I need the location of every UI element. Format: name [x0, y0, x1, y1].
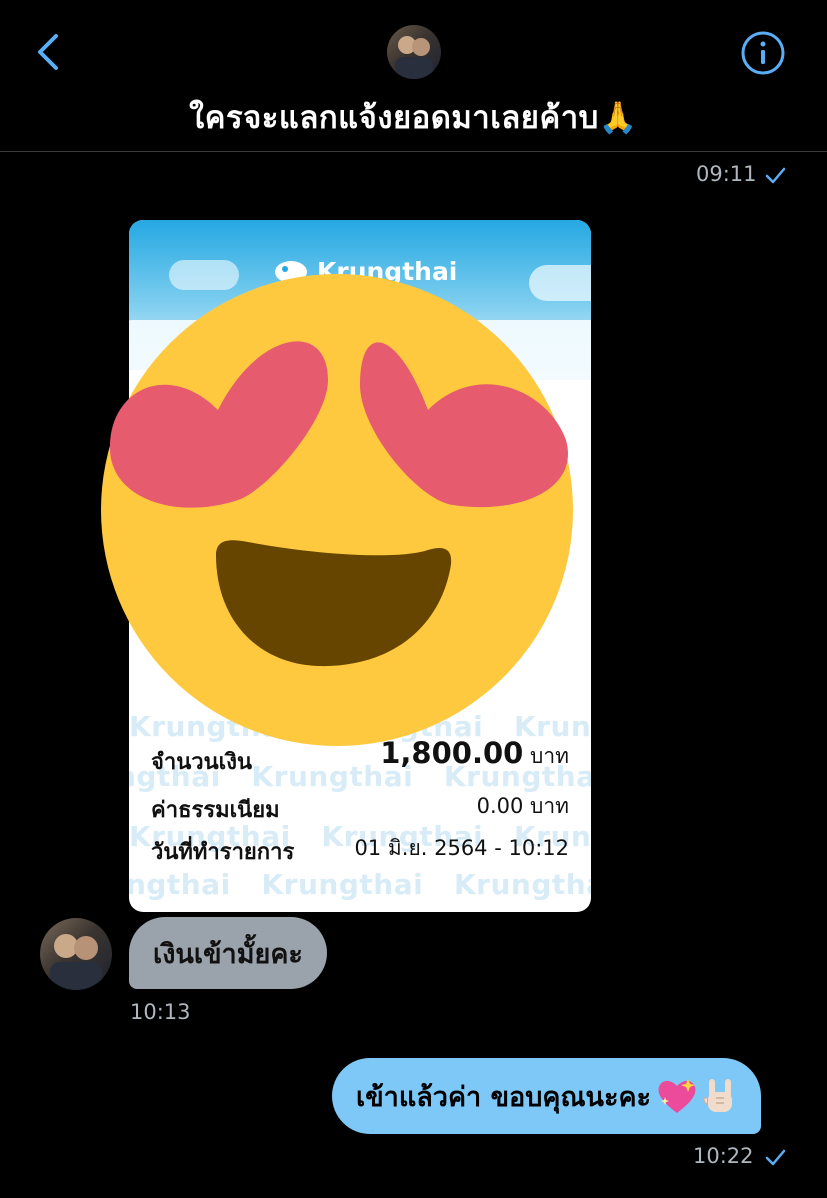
watermark-row: Krungthai Krungthai Krungthai [129, 868, 591, 901]
incoming-message-text: เงินเข้ามั้ยคะ [153, 938, 303, 970]
outgoing-message-bubble[interactable]: เข้าแล้วค่า ขอบคุณนะคะ [332, 1058, 762, 1134]
sparkling-heart-emoji [658, 1079, 696, 1113]
incoming-message-bubble[interactable]: เงินเข้ามั้ยคะ [129, 917, 327, 989]
chevron-left-icon [38, 34, 58, 70]
sent-check-icon [765, 167, 786, 184]
date-value: 01 มิ.ย. 2564 - 10:12 [354, 836, 569, 860]
outgoing-message-text: เข้าแล้วค่า ขอบคุณนะคะ [356, 1081, 652, 1113]
fee-value: 0.00 บาท [476, 794, 569, 818]
info-button[interactable] [740, 30, 786, 76]
chat-avatar[interactable] [387, 25, 441, 79]
sent-check-icon [765, 1149, 786, 1166]
sender-avatar[interactable] [40, 918, 112, 990]
chat-screen: ใครจะแลกแจ้งยอดมาเลยค้าบ🙏 09:11 Krungtha… [0, 0, 827, 1198]
rock-on-hand-emoji [703, 1079, 733, 1112]
outgoing-timestamp: 10:22 [693, 1144, 754, 1168]
incoming-timestamp: 10:13 [130, 1000, 191, 1024]
header-divider [0, 151, 827, 152]
info-icon [741, 31, 785, 75]
date-label: วันที่ทำรายการ [151, 840, 295, 865]
heart-eyes-emoji [101, 274, 573, 746]
fee-label: ค่าธรรมเนียม [151, 798, 280, 823]
receipt-timestamp: 09:11 [696, 162, 757, 186]
back-button[interactable] [28, 28, 68, 76]
chat-title: ใครจะแลกแจ้งยอดมาเลยค้าบ🙏 [189, 100, 638, 136]
